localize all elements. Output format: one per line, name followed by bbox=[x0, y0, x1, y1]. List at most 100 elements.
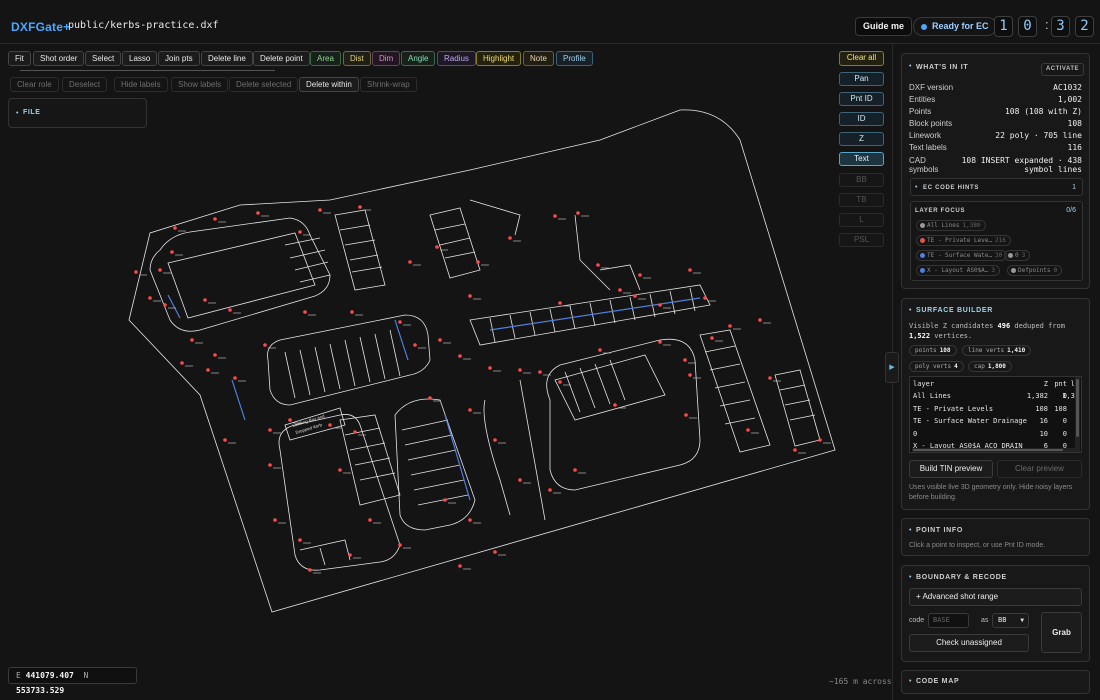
survey-point[interactable] bbox=[688, 373, 692, 377]
check-unassigned-button[interactable]: Check unassigned bbox=[909, 634, 1029, 652]
survey-point[interactable] bbox=[206, 368, 210, 372]
layer-chip[interactable]: All Lines 1,380 bbox=[916, 220, 986, 231]
survey-point[interactable] bbox=[633, 294, 637, 298]
survey-point[interactable] bbox=[658, 303, 662, 307]
survey-point[interactable] bbox=[548, 488, 552, 492]
survey-point[interactable] bbox=[268, 428, 272, 432]
layer-chip[interactable]: TE - Surface Wate… 30 bbox=[916, 250, 1008, 261]
survey-point[interactable] bbox=[398, 320, 402, 324]
text-toggle-button[interactable]: Text bbox=[839, 152, 884, 166]
survey-point[interactable] bbox=[818, 438, 822, 442]
survey-point[interactable] bbox=[458, 564, 462, 568]
survey-point[interactable] bbox=[558, 380, 562, 384]
selection-button[interactable]: Hide labels bbox=[114, 77, 168, 92]
survey-point[interactable] bbox=[703, 296, 707, 300]
tool-button[interactable]: Angle bbox=[401, 51, 436, 66]
survey-point[interactable] bbox=[518, 368, 522, 372]
code-map-panel[interactable]: • CODE MAP bbox=[901, 670, 1090, 694]
point-id-mode-button[interactable]: Pnt ID bbox=[839, 92, 884, 106]
selection-button[interactable]: Show labels bbox=[171, 77, 229, 92]
survey-point[interactable] bbox=[223, 438, 227, 442]
activate-button[interactable]: ACTIVATE bbox=[1041, 63, 1084, 76]
selection-button[interactable]: Deselect bbox=[62, 77, 108, 92]
cad-canvas[interactable]: Loading Bay and Dropped Kerb bbox=[0, 95, 880, 660]
tool-button[interactable]: Area bbox=[310, 51, 341, 66]
survey-point[interactable] bbox=[328, 423, 332, 427]
id-toggle-button[interactable]: ID bbox=[839, 112, 884, 126]
survey-point[interactable] bbox=[173, 226, 177, 230]
survey-point[interactable] bbox=[538, 370, 542, 374]
survey-point[interactable] bbox=[476, 260, 480, 264]
recode-select[interactable]: BB ▼ bbox=[992, 613, 1029, 628]
survey-point[interactable] bbox=[213, 217, 217, 221]
survey-point[interactable] bbox=[268, 463, 272, 467]
survey-point[interactable] bbox=[768, 376, 772, 380]
survey-point[interactable] bbox=[458, 354, 462, 358]
layer-table[interactable]: layerZpntliAll Lines1,38201,38TE - Priva… bbox=[909, 376, 1082, 453]
selection-button[interactable]: Delete within bbox=[299, 77, 359, 92]
clear-all-button[interactable]: Clear all bbox=[839, 51, 884, 66]
survey-point[interactable] bbox=[493, 438, 497, 442]
selection-button[interactable]: Delete selected bbox=[229, 77, 299, 92]
survey-point[interactable] bbox=[508, 236, 512, 240]
clear-preview-button[interactable]: Clear preview bbox=[997, 460, 1082, 478]
survey-point[interactable] bbox=[428, 396, 432, 400]
advanced-shot-range-toggle[interactable]: + Advanced shot range bbox=[909, 588, 1082, 606]
survey-point[interactable] bbox=[273, 518, 277, 522]
survey-point[interactable] bbox=[576, 211, 580, 215]
tool-button[interactable]: Fit bbox=[8, 51, 31, 66]
survey-point[interactable] bbox=[613, 403, 617, 407]
survey-point[interactable] bbox=[398, 543, 402, 547]
survey-point[interactable] bbox=[413, 343, 417, 347]
survey-point[interactable] bbox=[468, 294, 472, 298]
survey-point[interactable] bbox=[710, 336, 714, 340]
survey-point[interactable] bbox=[408, 260, 412, 264]
collapse-panel-handle[interactable]: ▶ bbox=[885, 352, 899, 383]
survey-point[interactable] bbox=[318, 208, 322, 212]
bb-toggle-button[interactable]: BB bbox=[839, 173, 884, 187]
file-panel[interactable]: • FILE bbox=[8, 98, 147, 128]
pan-mode-button[interactable]: Pan bbox=[839, 72, 884, 86]
survey-point[interactable] bbox=[658, 340, 662, 344]
h-scrollbar[interactable] bbox=[912, 448, 1077, 452]
survey-point[interactable] bbox=[170, 250, 174, 254]
tb-toggle-button[interactable]: TB bbox=[839, 193, 884, 207]
survey-point[interactable] bbox=[793, 448, 797, 452]
tool-button[interactable]: Lasso bbox=[122, 51, 158, 66]
survey-point[interactable] bbox=[308, 568, 312, 572]
tool-button[interactable]: Delete line bbox=[201, 51, 253, 66]
survey-point[interactable] bbox=[158, 268, 162, 272]
tool-button[interactable]: Join pts bbox=[158, 51, 200, 66]
survey-point[interactable] bbox=[303, 310, 307, 314]
survey-point[interactable] bbox=[488, 366, 492, 370]
survey-point[interactable] bbox=[573, 468, 577, 472]
survey-point[interactable] bbox=[758, 318, 762, 322]
survey-point[interactable] bbox=[338, 468, 342, 472]
layer-chip[interactable]: TE - Private Leve… 216 bbox=[916, 235, 1011, 246]
tool-button[interactable]: Delete point bbox=[253, 51, 310, 66]
survey-point[interactable] bbox=[438, 338, 442, 342]
survey-point[interactable] bbox=[203, 298, 207, 302]
survey-point[interactable] bbox=[618, 288, 622, 292]
survey-point[interactable] bbox=[728, 324, 732, 328]
tool-button[interactable]: Select bbox=[85, 51, 122, 66]
layer-chip[interactable]: Defpoints 0 bbox=[1007, 265, 1063, 276]
tool-button[interactable]: Shot order bbox=[33, 51, 85, 66]
survey-point[interactable] bbox=[638, 273, 642, 277]
survey-point[interactable] bbox=[213, 353, 217, 357]
survey-point[interactable] bbox=[298, 230, 302, 234]
survey-point[interactable] bbox=[163, 303, 167, 307]
survey-point[interactable] bbox=[683, 358, 687, 362]
survey-point[interactable] bbox=[468, 518, 472, 522]
survey-point[interactable] bbox=[553, 214, 557, 218]
survey-point[interactable] bbox=[435, 245, 439, 249]
scrollbar[interactable] bbox=[1075, 377, 1080, 452]
ec-code-hints[interactable]: • EC CODE HINTS 1 bbox=[910, 178, 1083, 196]
l-toggle-button[interactable]: L bbox=[839, 213, 884, 227]
layer-chip[interactable]: 03 bbox=[1004, 250, 1031, 261]
survey-point[interactable] bbox=[688, 268, 692, 272]
guide-me-button[interactable]: Guide me bbox=[855, 17, 913, 36]
survey-point[interactable] bbox=[558, 301, 562, 305]
survey-point[interactable] bbox=[353, 430, 357, 434]
selection-button[interactable]: Shrink-wrap bbox=[360, 77, 417, 92]
